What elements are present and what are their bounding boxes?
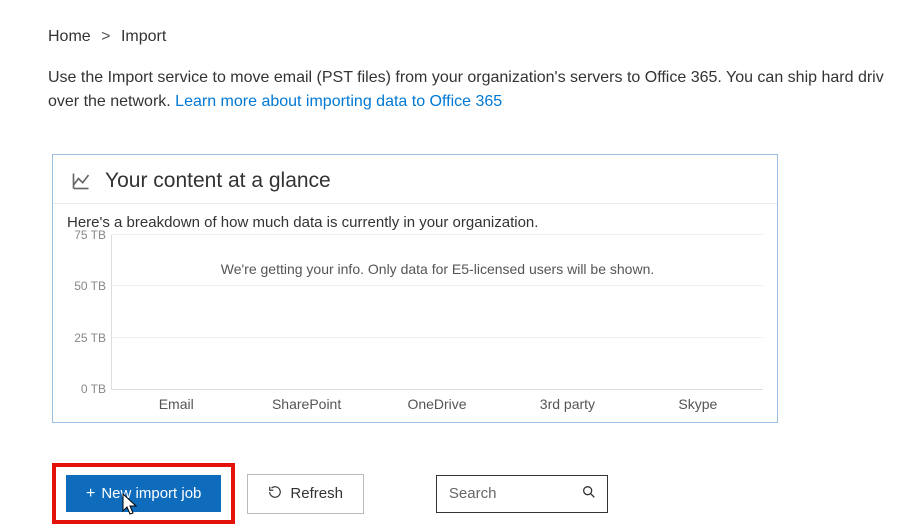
x-axis-label: Skype (633, 396, 763, 412)
learn-more-link[interactable]: Learn more about importing data to Offic… (175, 93, 502, 110)
x-axis-label: OneDrive (372, 396, 502, 412)
breadcrumb-current: Import (121, 28, 166, 45)
import-page: Home > Import Use the Import service to … (0, 0, 913, 524)
refresh-icon (268, 485, 282, 503)
y-axis-tick-label: 75 TB (74, 228, 106, 242)
breadcrumb: Home > Import (48, 28, 913, 46)
x-axis-label: Email (111, 396, 241, 412)
content-glance-card: Your content at a glance Here's a breakd… (52, 154, 778, 423)
card-title: Your content at a glance (105, 169, 331, 193)
page-description: Use the Import service to move email (PS… (48, 66, 913, 114)
tutorial-highlight: + New import job (52, 463, 235, 524)
card-header: Your content at a glance (53, 155, 777, 204)
description-text-b: over the network. (48, 93, 175, 110)
new-import-job-label: New import job (101, 485, 201, 502)
grid-line (112, 234, 763, 235)
y-axis-tick-label: 0 TB (81, 382, 106, 396)
refresh-label: Refresh (290, 485, 343, 502)
chart-area: We're getting your info. Only data for E… (53, 235, 777, 422)
card-subtitle: Here's a breakdown of how much data is c… (53, 204, 777, 235)
search-input[interactable] (447, 484, 557, 503)
x-axis-label: 3rd party (502, 396, 632, 412)
search-icon[interactable] (581, 484, 597, 504)
bar-chart: We're getting your info. Only data for E… (111, 235, 763, 390)
line-chart-icon (71, 171, 91, 191)
action-bar: + New import job Refresh (52, 463, 913, 524)
y-axis-tick-label: 25 TB (74, 331, 106, 345)
breadcrumb-home[interactable]: Home (48, 28, 91, 45)
new-import-job-button[interactable]: + New import job (66, 475, 221, 512)
grid-line (112, 337, 763, 338)
description-text-a: Use the Import service to move email (PS… (48, 69, 884, 86)
refresh-button[interactable]: Refresh (247, 474, 364, 514)
plus-icon: + (86, 486, 95, 502)
x-axis-label: SharePoint (241, 396, 371, 412)
search-box[interactable] (436, 475, 608, 513)
grid-line (112, 285, 763, 286)
y-axis-tick-label: 50 TB (74, 279, 106, 293)
breadcrumb-separator-icon: > (101, 28, 110, 45)
